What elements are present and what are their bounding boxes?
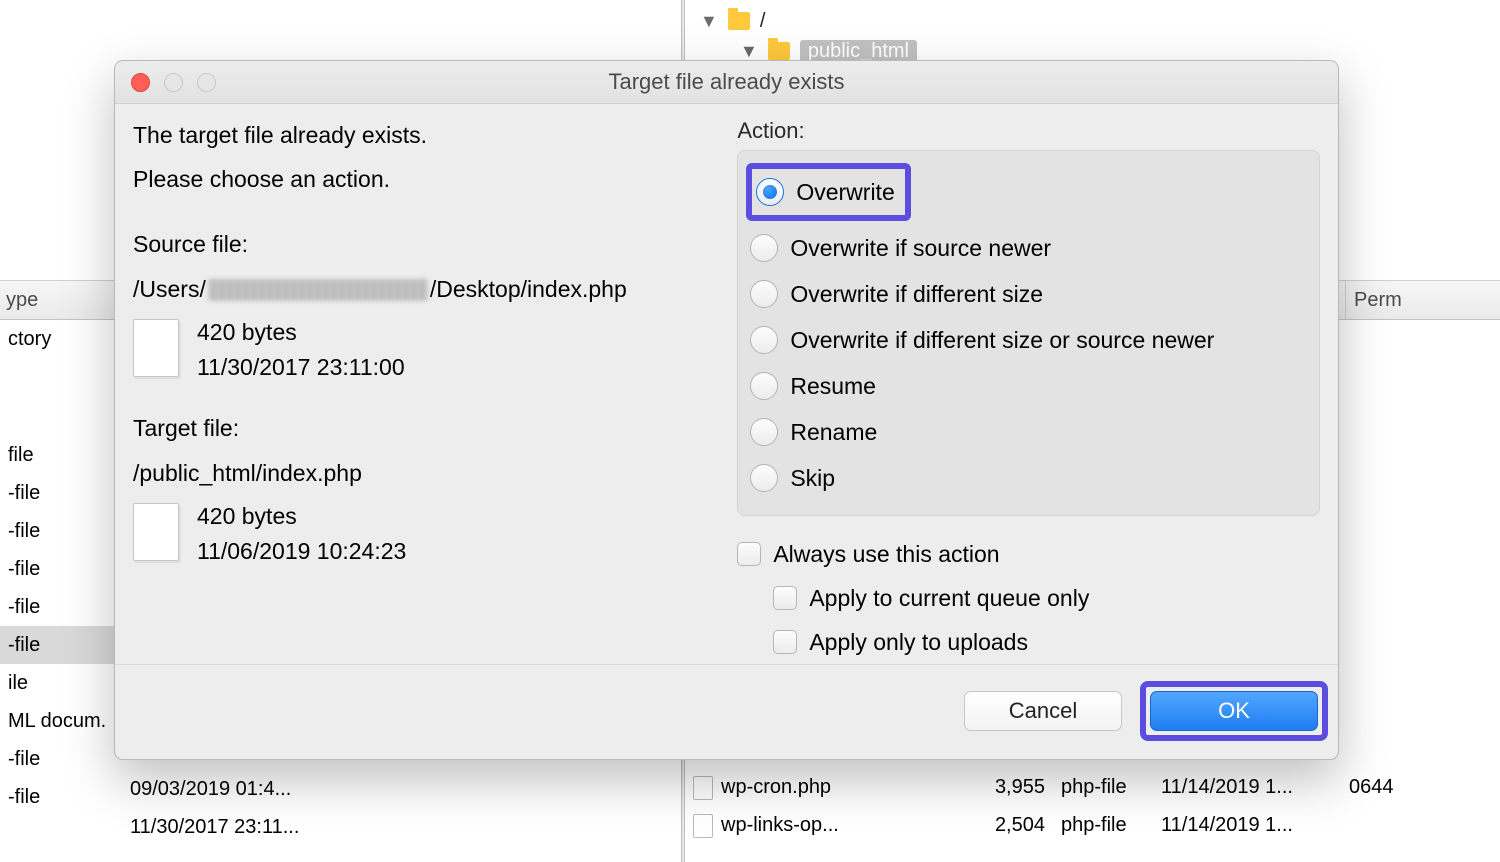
radio-icon[interactable] [756,178,784,206]
action-heading: Action: [737,118,1320,144]
list-row[interactable]: 11/30/2017 23:11... [130,808,350,846]
list-row[interactable]: ML docum. [0,702,120,740]
radio-icon[interactable] [750,418,778,446]
list-row[interactable]: -file [0,778,120,816]
radio-icon[interactable] [750,372,778,400]
tree-root-row[interactable]: ▼ / [700,6,917,36]
window-controls [131,73,216,92]
radio-icon[interactable] [750,280,778,308]
list-row[interactable]: -file [0,474,120,512]
file-icon [693,814,713,838]
radio-icon[interactable] [750,326,778,354]
dialog-footer: Cancel OK [115,664,1338,759]
tree-root-label: / [760,10,766,33]
list-row-selected[interactable]: -file [0,626,120,664]
source-path: /Users/ /Desktop/index.php [133,276,727,303]
dialog-message2: Please choose an action. [133,162,727,198]
radio-skip[interactable]: Skip [750,455,1307,501]
window-minimize-button[interactable] [164,73,183,92]
local-date-rows: 09/03/2019 01:4... 11/30/2017 23:11... [130,770,350,846]
action-group: Overwrite Overwrite if source newer Over… [737,150,1320,516]
remote-tree: ▼ / ▼ public_html [700,6,917,66]
document-icon [133,503,179,561]
radio-rename[interactable]: Rename [750,409,1307,455]
dialog-title: Target file already exists [115,69,1338,95]
target-label: Target file: [133,415,727,442]
folder-icon [728,12,750,30]
radio-overwrite-size[interactable]: Overwrite if different size [750,271,1307,317]
radio-overwrite-size-or-newer[interactable]: Overwrite if different size or source ne… [750,317,1307,363]
dialog-message1: The target file already exists. [133,118,727,154]
checkbox-apply-uploads[interactable]: Apply only to uploads [737,620,1320,664]
checkbox-icon[interactable] [737,542,761,566]
file-icon [693,776,713,800]
annotation-highlight: OK [1140,681,1328,741]
titlebar[interactable]: Target file already exists [115,61,1338,104]
checkbox-icon[interactable] [773,586,797,610]
list-row[interactable]: 09/03/2019 01:4... [130,770,350,808]
checkbox-apply-queue[interactable]: Apply to current queue only [737,576,1320,620]
document-icon [133,319,179,377]
source-date: 11/30/2017 23:11:00 [197,354,405,381]
list-row[interactable]: -file [0,550,120,588]
list-row[interactable]: file [0,436,120,474]
list-row[interactable]: -file [0,588,120,626]
radio-overwrite[interactable]: Overwrite [756,169,894,215]
source-label: Source file: [133,231,727,258]
target-date: 11/06/2019 10:24:23 [197,538,406,565]
list-row[interactable]: -file [0,512,120,550]
list-row[interactable]: wp-links-op... 2,504 php-file 11/14/2019… [685,806,1500,844]
window-zoom-button[interactable] [197,73,216,92]
radio-overwrite-newer[interactable]: Overwrite if source newer [750,225,1307,271]
radio-icon[interactable] [750,464,778,492]
remote-col-perm[interactable]: Perm [1345,281,1445,319]
target-size: 420 bytes [197,503,406,530]
list-row[interactable]: wp-cron.php 3,955 php-file 11/14/2019 1.… [685,768,1500,806]
source-size: 420 bytes [197,319,405,346]
redacted-segment [208,279,428,301]
radio-resume[interactable]: Resume [750,363,1307,409]
list-row[interactable]: ile [0,664,120,702]
annotation-highlight: Overwrite [746,163,910,221]
ok-button[interactable]: OK [1150,691,1318,731]
file-exists-dialog: Target file already exists The target fi… [114,60,1339,760]
target-path: /public_html/index.php [133,460,727,487]
local-pane: ype ctory file -file -file -file -file -… [0,280,120,816]
local-type-column-header[interactable]: ype [0,280,120,320]
chevron-down-icon: ▼ [700,11,718,32]
list-row[interactable]: ctory [0,320,120,358]
cancel-button[interactable]: Cancel [964,691,1122,731]
window-close-button[interactable] [131,73,150,92]
target-info: 420 bytes 11/06/2019 10:24:23 [133,503,727,565]
checkbox-always-use[interactable]: Always use this action [737,532,1320,576]
radio-icon[interactable] [750,234,778,262]
checkbox-icon[interactable] [773,630,797,654]
chevron-down-icon: ▼ [740,41,758,62]
source-info: 420 bytes 11/30/2017 23:11:00 [133,319,727,381]
list-row[interactable]: -file [0,740,120,778]
dialog-action-pane: Action: Overwrite Overwrite if source ne… [737,118,1320,664]
dialog-info-pane: The target file already exists. Please c… [133,118,727,664]
folder-icon [768,42,790,60]
